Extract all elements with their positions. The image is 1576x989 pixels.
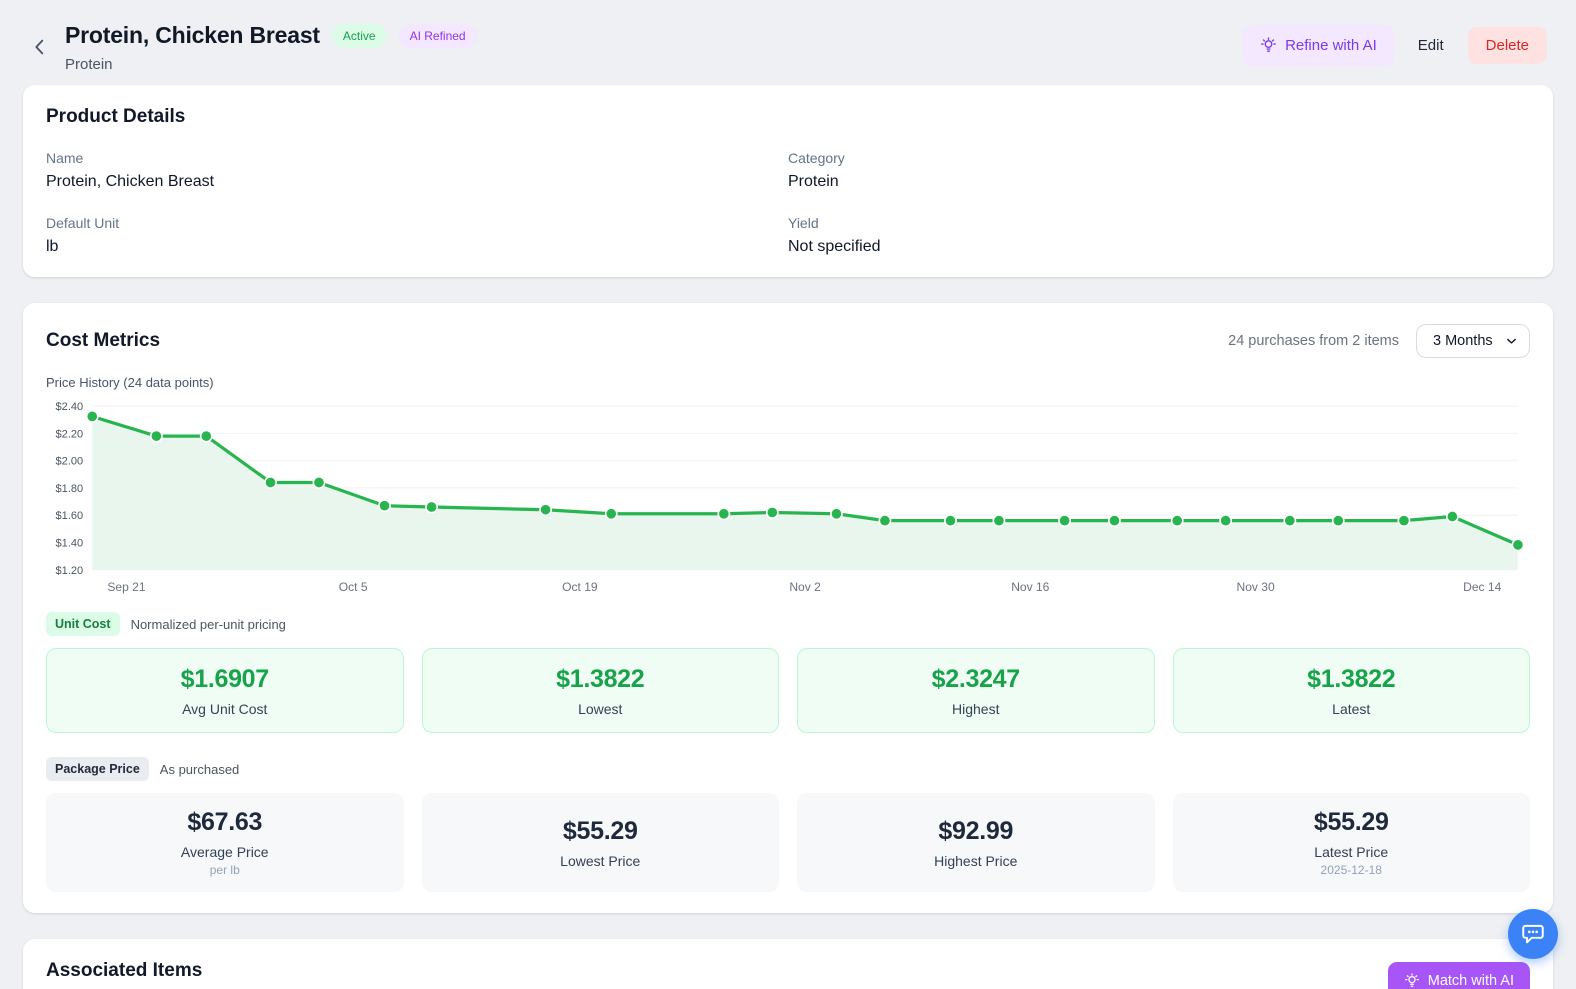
page-subtitle: Protein (65, 56, 113, 73)
unit-cost-section: Unit Cost Normalized per-unit pricing $1… (46, 612, 1530, 733)
metric-lowest-unit-cost: $1.3822 Lowest (421, 648, 779, 733)
package-price-badge: Package Price (46, 757, 149, 781)
package-price-description: As purchased (159, 761, 240, 777)
svg-text:$1.80: $1.80 (56, 483, 84, 495)
lightbulb-icon (1404, 973, 1420, 989)
svg-text:$2.00: $2.00 (56, 456, 84, 468)
purchase-summary: 24 purchases from 2 items (1228, 333, 1399, 349)
unit-cost-description: Normalized per-unit pricing (130, 616, 286, 632)
metric-highest-unit-cost: $2.3247 Highest (797, 648, 1155, 733)
package-price-section: Package Price As purchased $67.63 Averag… (46, 757, 1530, 892)
price-history-chart: $2.40 $2.20 $2.00 $1.80 $1.60 $1.40 $1.20 Sep 2… (56, 401, 1525, 594)
metric-highest-price: $92.99 Highest Price (797, 793, 1155, 892)
svg-text:Oct 5: Oct 5 (339, 580, 368, 594)
field-category: Category Protein (788, 150, 845, 190)
associated-items-card: Associated Items Match with AI (23, 939, 1553, 989)
svg-text:$2.40: $2.40 (56, 401, 84, 413)
chart-label: Price History (24 data points) (46, 375, 214, 390)
svg-text:$1.60: $1.60 (56, 510, 84, 522)
metric-avg-unit-cost: $1.6907 Avg Unit Cost (46, 648, 404, 733)
cost-metrics-title: Cost Metrics (46, 330, 161, 351)
product-details-title: Product Details (46, 106, 186, 127)
page-header: Protein, Chicken Breast Active AI Refine… (23, 0, 1553, 85)
metric-latest-price: $55.29 Latest Price 2025-12-18 (1172, 793, 1530, 892)
status-badge-active: Active (331, 23, 387, 48)
chat-bubble-icon (1520, 921, 1546, 947)
chevron-left-icon (29, 39, 51, 61)
svg-text:Sep 21: Sep 21 (107, 580, 145, 594)
time-range-select[interactable]: 3 Months (1416, 324, 1530, 358)
field-yield: Yield Not specified (788, 215, 881, 255)
edit-button[interactable]: Edit (1414, 28, 1448, 63)
svg-text:Oct 19: Oct 19 (562, 580, 598, 594)
associated-items-title: Associated Items (46, 960, 203, 981)
svg-text:$1.20: $1.20 (56, 565, 84, 577)
svg-text:$2.20: $2.20 (56, 428, 84, 440)
metric-average-price: $67.63 Average Price per lb (46, 793, 404, 892)
lightbulb-icon (1260, 37, 1277, 54)
chat-widget-button[interactable] (1508, 909, 1558, 959)
field-default-unit: Default Unit lb (46, 215, 120, 255)
svg-text:Nov 30: Nov 30 (1237, 580, 1275, 594)
svg-text:Dec 14: Dec 14 (1463, 580, 1501, 594)
unit-cost-badge: Unit Cost (46, 612, 120, 636)
svg-text:Nov 16: Nov 16 (1011, 580, 1049, 594)
match-with-ai-button[interactable]: Match with AI (1387, 962, 1530, 989)
status-badge-ai-refined: AI Refined (398, 23, 477, 48)
metric-latest-unit-cost: $1.3822 Latest (1172, 648, 1530, 733)
price-history-chart-container: $2.40 $2.20 $2.00 $1.80 $1.60 $1.40 $1.20 Sep 2… (46, 396, 1530, 596)
back-button[interactable] (29, 22, 51, 73)
svg-text:Nov 2: Nov 2 (789, 580, 821, 594)
page-title: Protein, Chicken Breast (65, 22, 320, 48)
svg-text:$1.40: $1.40 (56, 537, 84, 549)
delete-button[interactable]: Delete (1467, 27, 1547, 64)
metric-lowest-price: $55.29 Lowest Price (421, 793, 779, 892)
refine-with-ai-button[interactable]: Refine with AI (1243, 25, 1394, 66)
product-detail-page: Protein, Chicken Breast Active AI Refine… (0, 0, 1576, 989)
cost-metrics-card: Cost Metrics 24 purchases from 2 items 3… (23, 303, 1553, 913)
product-details-card: Product Details Name Protein, Chicken Br… (23, 85, 1553, 277)
field-name: Name Protein, Chicken Breast (46, 150, 215, 190)
